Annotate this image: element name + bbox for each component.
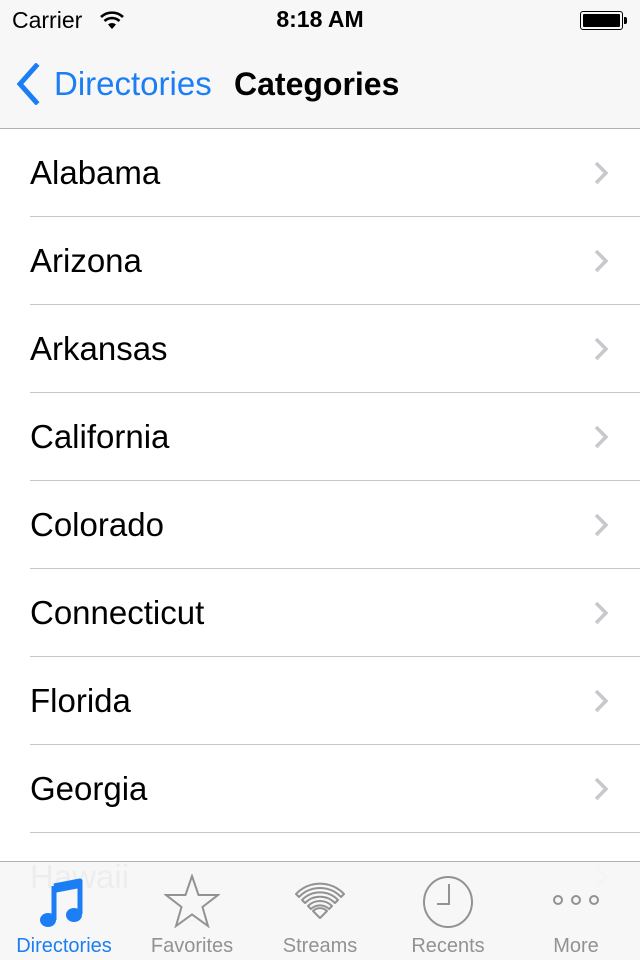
page-title: Categories <box>234 66 400 102</box>
chevron-right-icon <box>594 601 609 625</box>
chevron-right-icon <box>594 249 609 273</box>
star-icon <box>164 874 220 929</box>
list-item[interactable]: Arkansas <box>0 305 640 393</box>
chevron-right-icon <box>594 777 609 801</box>
list-item[interactable]: Arizona <box>0 217 640 305</box>
list-item[interactable]: California <box>0 393 640 481</box>
tab-label: Streams <box>282 935 358 957</box>
more-dots-icon <box>553 895 599 905</box>
tab-bar: Directories Favorites Streams Recents Mo… <box>0 861 640 960</box>
list-item[interactable]: Florida <box>0 657 640 745</box>
back-button[interactable]: Directories <box>14 62 212 106</box>
tab-label: More <box>553 935 599 957</box>
tab-recents[interactable]: Recents <box>384 862 512 960</box>
chevron-left-icon <box>16 63 40 105</box>
tab-streams[interactable]: Streams <box>256 862 384 960</box>
list-item-label: Colorado <box>30 506 164 543</box>
tab-more[interactable]: More <box>512 862 640 960</box>
tab-label: Favorites <box>150 935 234 957</box>
back-button-label: Directories <box>54 65 212 102</box>
battery-fill <box>583 14 620 27</box>
chevron-right-icon <box>594 513 609 537</box>
wifi-icon <box>295 882 345 919</box>
chevron-right-icon <box>594 337 609 361</box>
tab-directories[interactable]: Directories <box>0 862 128 960</box>
clock-icon <box>423 876 473 928</box>
navigation-bar: Directories Categories <box>0 40 640 129</box>
list-item-label: Alabama <box>30 154 161 191</box>
battery-icon <box>580 11 627 30</box>
list-item-label: Connecticut <box>30 594 205 631</box>
chevron-right-icon <box>594 161 609 185</box>
chevron-right-icon <box>594 425 609 449</box>
list-item-label: Arkansas <box>30 330 168 367</box>
list-item[interactable]: Alabama <box>0 129 640 217</box>
tab-label: Recents <box>411 935 485 957</box>
list-item[interactable]: Connecticut <box>0 569 640 657</box>
chevron-right-icon <box>594 689 609 713</box>
categories-list: Alabama Arizona Arkansas California Colo… <box>0 129 640 921</box>
list-item-label: California <box>30 418 170 455</box>
header: Carrier 8:18 AM Directories Categories <box>0 0 640 129</box>
list-item-label: Arizona <box>30 242 142 279</box>
status-bar: Carrier 8:18 AM <box>0 0 640 40</box>
list-item[interactable]: Georgia <box>0 745 640 833</box>
tab-label: Directories <box>16 935 112 957</box>
list-item-label: Florida <box>30 682 131 719</box>
tab-favorites[interactable]: Favorites <box>128 862 256 960</box>
music-note-icon <box>40 878 83 927</box>
status-time: 8:18 AM <box>276 6 364 32</box>
list-item[interactable]: Colorado <box>0 481 640 569</box>
list-item-label: Georgia <box>30 770 148 807</box>
